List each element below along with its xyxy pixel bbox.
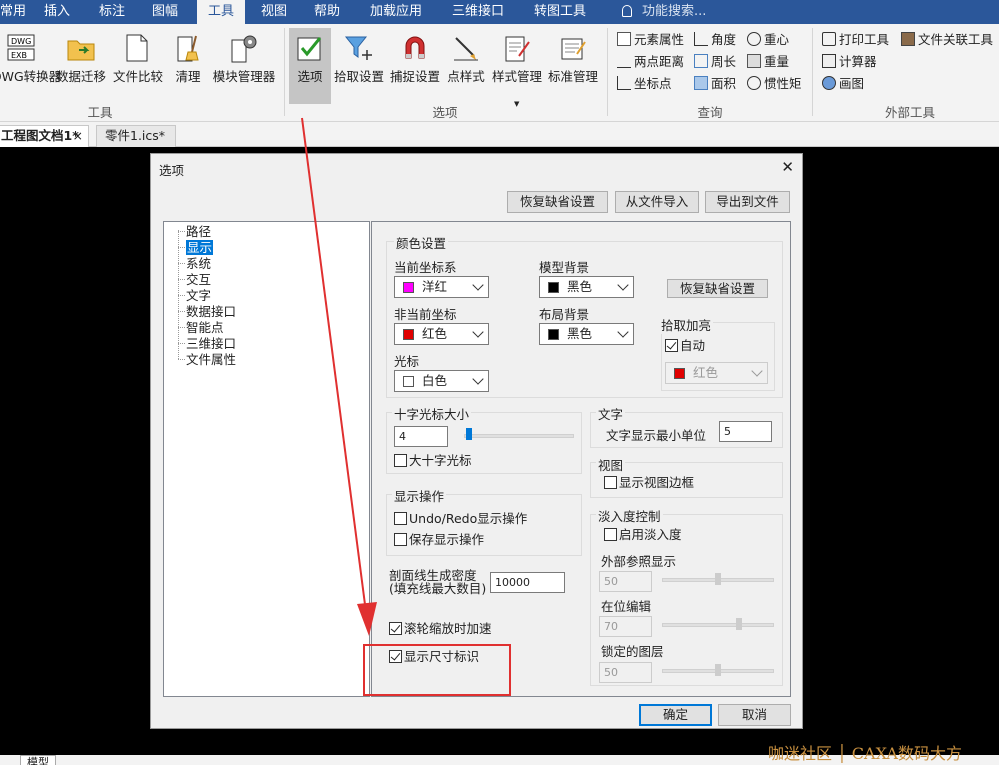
- annotation-arrow-head: [357, 602, 377, 636]
- tab-model[interactable]: 模型: [20, 755, 56, 765]
- watermark-text: 咖迷社区 │ CAXA数码大方: [768, 744, 962, 763]
- annotation-arrow-line: [301, 117, 368, 621]
- annotation-highlight-box: [363, 644, 511, 696]
- annotation-overlay: [301, 117, 511, 696]
